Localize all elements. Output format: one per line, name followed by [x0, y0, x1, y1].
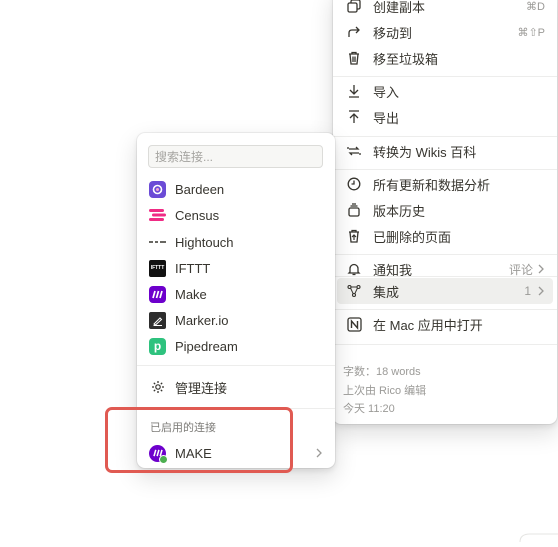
gear-icon — [149, 379, 166, 396]
word-count: 字数：18 words — [343, 366, 421, 378]
menu-item-value: 评论 — [508, 262, 533, 277]
integration-icon — [345, 282, 363, 300]
export-icon — [345, 108, 363, 126]
clock-icon — [345, 175, 363, 193]
divider — [333, 136, 557, 137]
divider — [137, 365, 335, 366]
menu-item-label: 集成 — [373, 284, 400, 300]
divider — [333, 344, 557, 345]
menu-item-move-to[interactable]: 移动到 ⌘⇧P — [337, 19, 553, 45]
menu-item-duplicate[interactable]: 创建副本 ⌘D — [337, 0, 553, 19]
divider — [333, 76, 557, 77]
search-connections-input[interactable] — [148, 145, 323, 168]
divider — [333, 309, 557, 310]
menu-item-import[interactable]: 导入 — [337, 78, 553, 104]
connection-item-pipedream[interactable]: p Pipedream — [141, 333, 331, 359]
menu-item-integrations[interactable]: 集成 1 — [337, 278, 553, 304]
menu-item-version-history[interactable]: 版本历史 — [337, 197, 553, 223]
menu-item-label: 在 Mac 应用中打开 — [373, 317, 483, 333]
connection-label: Bardeen — [175, 181, 225, 197]
connection-label: Census — [175, 207, 220, 223]
census-logo — [149, 207, 166, 224]
ifttt-logo: IFTTT — [149, 259, 166, 277]
manage-connections-button[interactable]: 管理连接 — [141, 374, 331, 400]
shortcut-text: ⌘⇧P — [517, 26, 545, 39]
menu-item-export[interactable]: 导出 — [337, 104, 553, 130]
connection-label: IFTTT — [175, 260, 211, 276]
menu-item-convert-to-wiki[interactable]: 转换为 Wikis 百科 — [337, 138, 553, 164]
menu-item-move-to-trash[interactable]: 移至垃圾箱 — [337, 45, 553, 71]
last-edited-time: 今天 11:20 — [343, 403, 395, 415]
markerio-logo — [149, 311, 166, 329]
convert-icon — [345, 142, 363, 160]
make-logo — [149, 285, 166, 303]
connection-item-census[interactable]: Census — [141, 202, 331, 228]
connection-item-hightouch[interactable]: Hightouch — [141, 229, 331, 255]
notion-app-icon — [345, 315, 363, 333]
deleted-pages-icon — [345, 227, 363, 245]
menu-item-label: 版本历史 — [373, 203, 426, 219]
corner-shape — [518, 529, 558, 543]
menu-item-label: 导出 — [373, 110, 400, 126]
connection-label: Hightouch — [175, 234, 234, 250]
menu-item-label: 已删除的页面 — [373, 229, 452, 245]
connection-item-bardeen[interactable]: Bardeen — [141, 176, 331, 202]
menu-item-label: 移动到 — [373, 25, 413, 41]
menu-item-deleted-pages[interactable]: 已删除的页面 — [337, 223, 553, 249]
divider — [333, 169, 557, 170]
import-icon — [345, 82, 363, 100]
menu-item-label: 创建副本 — [373, 0, 426, 15]
page-options-menu: 创建副本 ⌘D 移动到 ⌘⇧P 移至垃圾箱 导入 导出 转换为 Wikis 百科 — [333, 0, 557, 424]
chevron-right-icon — [537, 284, 545, 299]
divider — [333, 276, 557, 277]
connection-item-make[interactable]: Make — [141, 281, 331, 307]
connection-item-ifttt[interactable]: IFTTT IFTTT — [141, 255, 331, 281]
trash-icon — [345, 49, 363, 67]
duplicate-icon — [345, 0, 363, 15]
shortcut-text: ⌘D — [526, 0, 545, 13]
menu-item-updates-analytics[interactable]: 所有更新和数据分析 — [337, 171, 553, 197]
version-history-icon — [345, 201, 363, 219]
menu-item-label: 所有更新和数据分析 — [373, 177, 491, 193]
pipedream-logo: p — [149, 337, 166, 355]
menu-item-label: 转换为 Wikis 百科 — [373, 144, 477, 160]
last-edited-by: 上次由 Rico 编辑 — [343, 385, 427, 397]
manage-connections-label: 管理连接 — [175, 380, 228, 396]
menu-item-open-in-mac-app[interactable]: 在 Mac 应用中打开 — [337, 311, 553, 337]
connection-label: Make — [175, 286, 207, 302]
chevron-right-icon — [537, 262, 545, 277]
connection-label: Marker.io — [175, 312, 229, 328]
connection-label: Pipedream — [175, 338, 238, 354]
move-arrow-icon — [345, 23, 363, 41]
hightouch-logo — [149, 234, 166, 251]
menu-item-label: 移至垃圾箱 — [373, 51, 439, 67]
connection-item-markerio[interactable]: Marker.io — [141, 307, 331, 333]
bardeen-logo — [149, 180, 166, 198]
integration-count: 1 — [524, 284, 531, 298]
divider — [333, 254, 557, 255]
highlight-annotation-box — [105, 407, 293, 473]
menu-item-label: 导入 — [373, 84, 400, 100]
chevron-right-icon — [315, 446, 323, 461]
